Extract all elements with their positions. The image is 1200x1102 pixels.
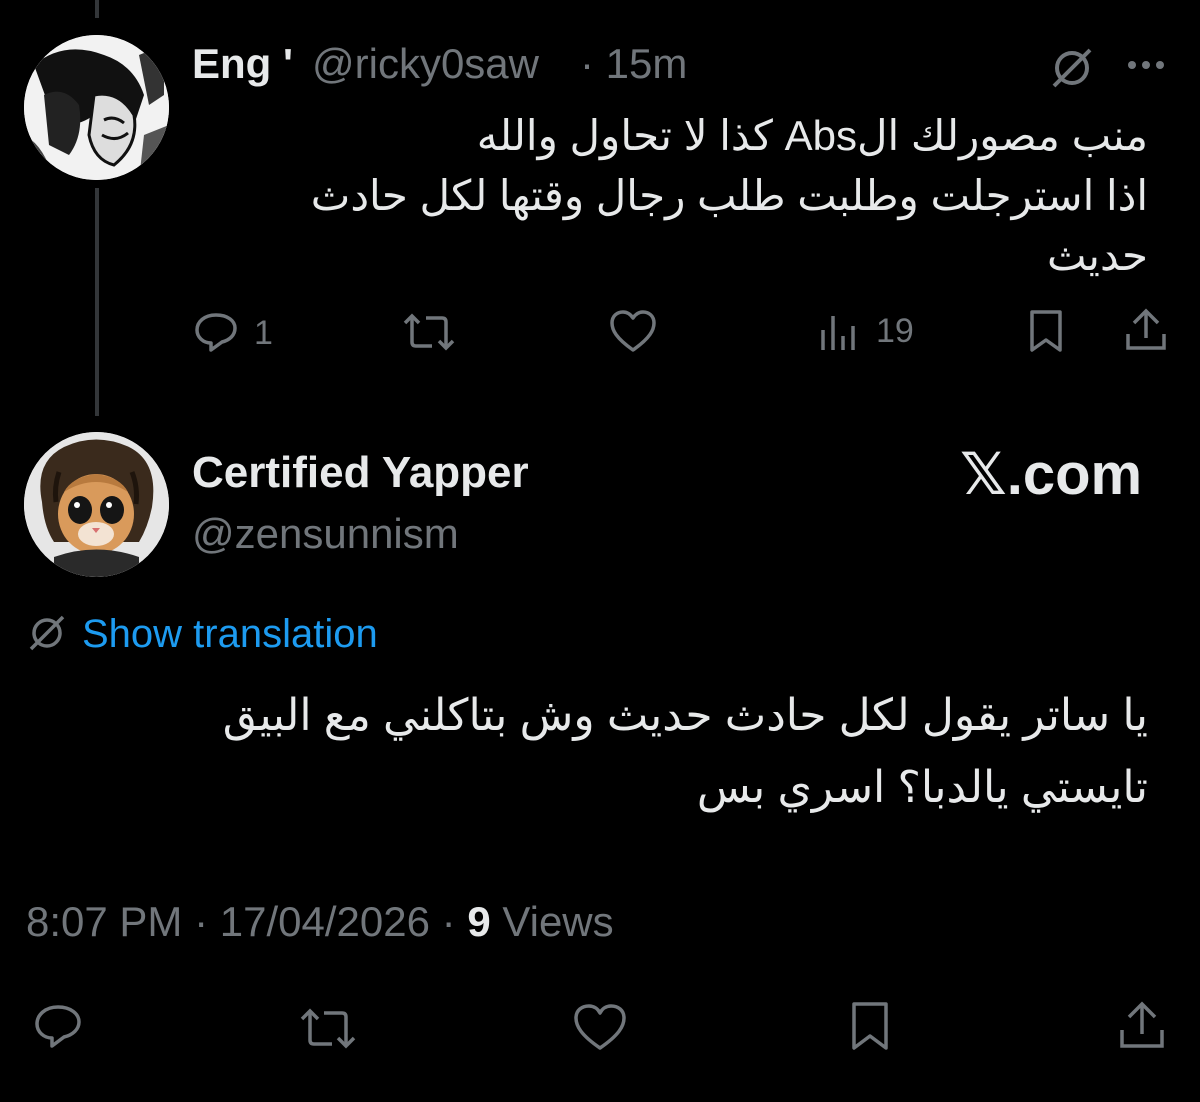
- retweet-button[interactable]: [402, 310, 456, 359]
- more-icon[interactable]: [1122, 50, 1170, 80]
- share-button[interactable]: [1116, 998, 1168, 1057]
- reply-count: 1: [254, 314, 273, 352]
- manga-avatar-image: [24, 35, 169, 180]
- user-handle[interactable]: @ricky0saw: [312, 40, 539, 88]
- handle-text[interactable]: @ricky0saw: [312, 40, 539, 87]
- views-count: 9: [467, 898, 491, 945]
- separator: ·: [194, 898, 209, 945]
- tweet-text: يا ساتر يقول لكل حادث حديث وش بتاكلني مع…: [48, 680, 1148, 824]
- views-count: 19: [876, 312, 914, 350]
- tweet-line: اذا استرجلت وطلبت طلب رجال وقتها لكل حاد…: [310, 172, 1148, 219]
- grok-icon[interactable]: [1048, 44, 1096, 92]
- tweet-time[interactable]: 8:07 PM: [26, 898, 182, 945]
- x-watermark: 𝕏.com: [960, 442, 1143, 507]
- display-name[interactable]: Certified Yapper: [192, 448, 529, 498]
- avatar[interactable]: [24, 35, 169, 180]
- tweet-line: يا ساتر يقول لكل حادث حديث وش بتاكلني مع…: [222, 691, 1148, 740]
- avatar[interactable]: [24, 432, 169, 577]
- tweet-line: حديث: [1047, 232, 1148, 279]
- like-icon: [610, 310, 656, 352]
- bookmark-icon: [1030, 310, 1062, 352]
- views-icon: [821, 316, 855, 350]
- separator: ·: [441, 898, 456, 945]
- display-name[interactable]: Eng ': [192, 40, 293, 88]
- retweet-icon: [403, 313, 455, 351]
- like-button[interactable]: [572, 1002, 628, 1057]
- translate-row[interactable]: [26, 612, 68, 662]
- tweet-date[interactable]: 17/04/2026: [220, 898, 430, 945]
- cat-avatar-image: [24, 432, 169, 577]
- like-button[interactable]: [608, 308, 658, 359]
- reply-button[interactable]: [192, 310, 240, 359]
- timestamp[interactable]: · 15m: [580, 40, 687, 88]
- reply-button[interactable]: [32, 1002, 84, 1055]
- share-icon: [1120, 1001, 1164, 1048]
- time-ago[interactable]: 15m: [606, 40, 688, 87]
- grok-icon: [29, 615, 65, 651]
- user-handle[interactable]: @zensunnism: [192, 510, 459, 558]
- thread-line-top: [95, 0, 99, 18]
- share-icon: [1126, 308, 1166, 350]
- separator: ·: [580, 40, 594, 87]
- bookmark-icon: [852, 1002, 888, 1050]
- bookmark-button[interactable]: [848, 1000, 892, 1057]
- tweet-line: تايستي يالدبا؟ اسري بس: [696, 763, 1148, 812]
- views-button[interactable]: [818, 310, 858, 357]
- tweet-text: منب مصورلك الAbs كذا لا تحاول والله اذا …: [228, 106, 1148, 286]
- share-button[interactable]: [1122, 306, 1170, 359]
- like-icon: [574, 1004, 626, 1050]
- thread-line: [95, 188, 99, 416]
- tweet-line: منب مصورلك الAbs كذا لا تحاول والله: [476, 112, 1148, 159]
- reply-icon: [195, 313, 237, 352]
- views-label: Views: [502, 898, 614, 945]
- tweet-meta: 8:07 PM · 17/04/2026 · 9 Views: [26, 898, 614, 946]
- retweet-icon: [300, 1008, 356, 1049]
- retweet-button[interactable]: [298, 1004, 358, 1057]
- show-translation-link[interactable]: Show translation: [82, 612, 378, 657]
- reply-icon: [35, 1005, 81, 1048]
- bookmark-button[interactable]: [1026, 308, 1066, 359]
